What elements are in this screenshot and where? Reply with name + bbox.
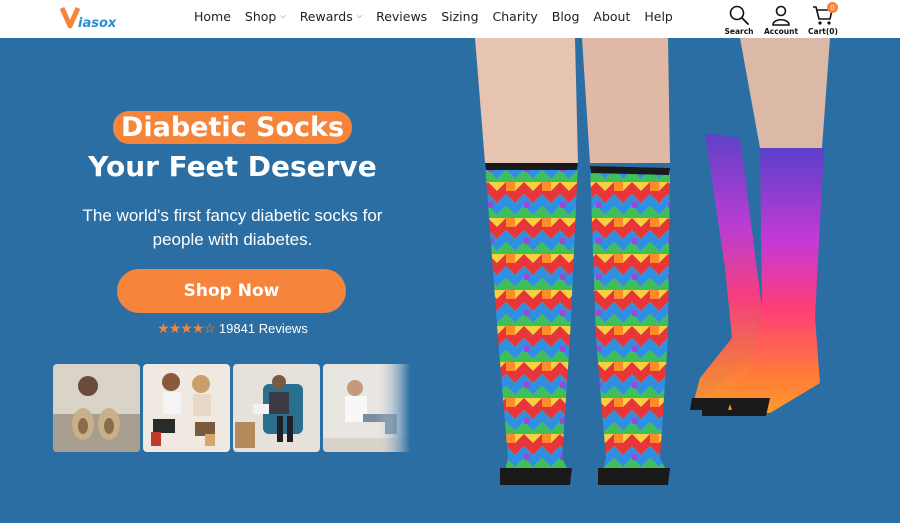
logo-graphic: iasox [59,6,117,31]
search-button[interactable]: Search [722,4,756,36]
thumbnail-1[interactable] [53,364,140,452]
hero-image-legs-socks [470,38,900,523]
nav-home[interactable]: Home [194,9,231,24]
photo-man-reading-chair [233,364,320,452]
thumbnail-strip [53,364,410,452]
hero-headline: Your Feet Deserve [88,150,377,183]
star-rating-icon: ★★★★☆ [157,320,216,336]
nav-blog[interactable]: Blog [552,9,580,24]
reviews-count: 19841 Reviews [218,321,308,336]
chevron-down-icon: ⌵ [280,11,286,20]
thumbnail-2[interactable] [143,364,230,452]
hero-subtext-line-1: The world's first fancy diabetic socks f… [82,206,383,225]
hero-subtext-line-2: people with diabetes. [152,230,313,249]
nav-charity[interactable]: Charity [493,9,538,24]
header-tools: Search Account Cart(0) [722,4,840,36]
hero-headline-highlight: Diabetic Socks [0,111,465,144]
search-icon [729,5,749,25]
nav-about[interactable]: About [593,9,630,24]
nav-help[interactable]: Help [644,9,673,24]
nav-shop[interactable]: Shop ⌵ [245,9,286,24]
nav-reviews[interactable]: Reviews [376,9,427,24]
photo-feet-on-couch [53,364,140,452]
viasox-logo[interactable]: iasox [59,4,140,32]
nav-sizing[interactable]: Sizing [441,9,478,24]
hero-subtext: The world's first fancy diabetic socks f… [0,204,465,252]
user-icon [772,5,790,26]
account-label: Account [763,27,799,36]
svg-text:iasox: iasox [78,16,117,31]
hero-content: Diabetic Socks Your Feet Deserve The wor… [0,38,465,523]
account-button[interactable]: Account [764,4,798,36]
chevron-down-icon: ⌵ [356,11,363,20]
nav-rewards[interactable]: Rewards ⌵ [300,9,362,24]
cart-count-badge: 0 [827,2,838,13]
thumbnail-3[interactable] [233,364,320,452]
thumbnail-4[interactable] [323,364,410,452]
cart-label: Cart(0) [808,27,838,36]
main-nav: Home Shop ⌵ Rewards ⌵ Reviews Sizing Chari… [194,0,687,32]
photo-two-women-sitting [143,364,230,452]
search-label: Search [724,27,754,36]
shop-now-button[interactable]: Shop Now [117,269,346,313]
rating-summary[interactable]: ★★★★☆ 19841 Reviews [0,320,465,337]
photo-man-putting-sock [323,364,410,452]
socks-illustration [475,38,830,485]
site-header: iasox Home Shop ⌵ Rewards ⌵ Reviews Sizing… [0,0,900,38]
